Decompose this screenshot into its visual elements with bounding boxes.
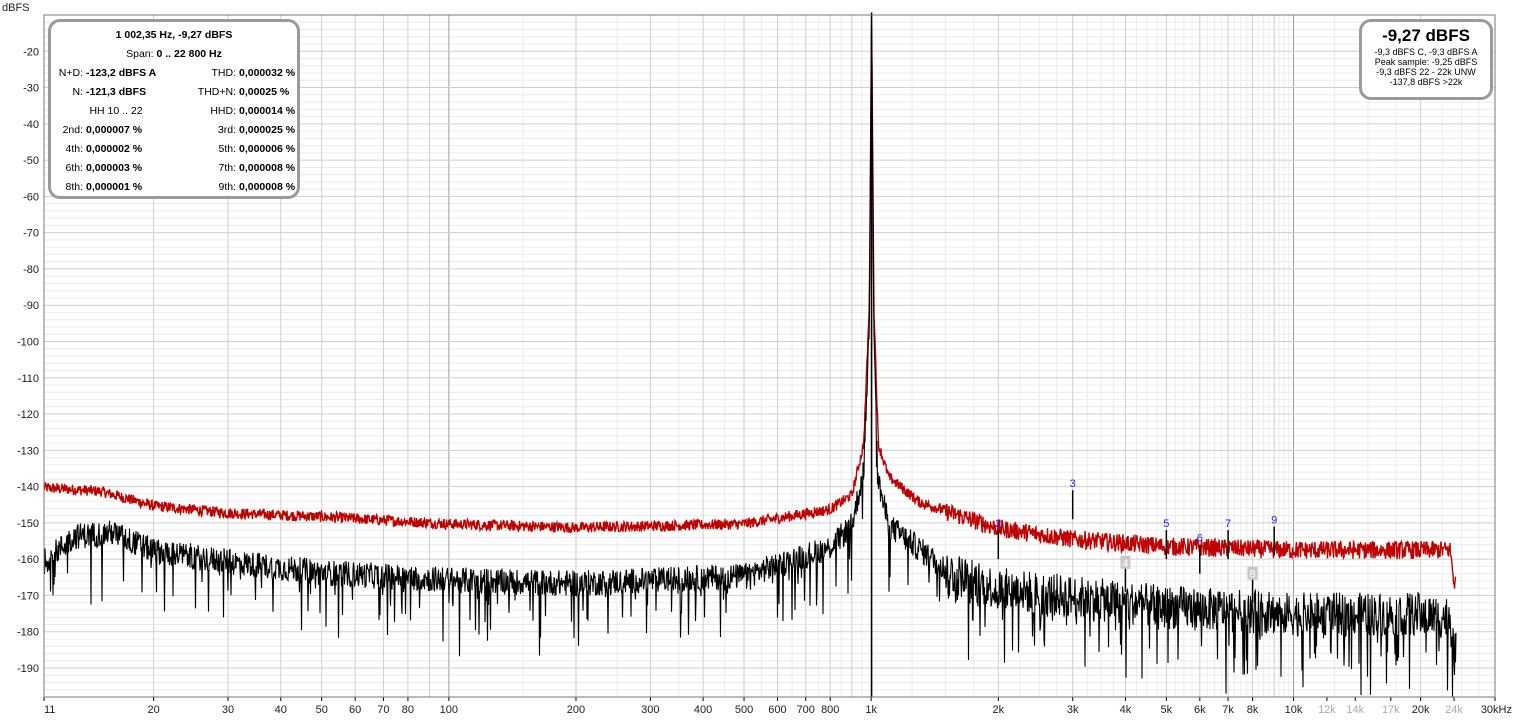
y-tick-label: -110 [18,373,39,385]
info-h7: 7th: 0,000008 % [51,162,295,174]
x-tick-label: 100 [440,704,458,716]
thd-label: THD: [211,67,237,79]
x-tick-label: 3k [1067,704,1079,716]
x-tick-label: 80 [402,704,414,716]
x-tick-label: 700 [797,704,815,716]
thd-value: 0,000032 % [239,67,296,79]
x-tick-label: 24k [1445,704,1463,716]
y-tick-label: -190 [17,663,39,675]
level-line-4: -137,8 dBFS >22k [1389,77,1463,87]
y-tick-label: -40 [23,119,39,131]
h7-value: 0,000008 % [239,162,296,174]
harmonic-label: 4 [1122,558,1128,570]
harmonic-label: 8 [1250,569,1256,581]
h9-value: 0,000008 % [239,181,296,193]
h9-label: 9th: [218,181,236,193]
info-span: Span: 0 .. 22 800 Hz [51,48,297,60]
x-tick-label: 10k [1285,704,1303,716]
x-tick-label: 4k [1120,704,1132,716]
level-line-2: Peak sample: -9,25 dBFS [1374,57,1478,67]
x-tick-label: 8k [1247,704,1259,716]
x-tick-label: 14k [1346,704,1364,716]
y-axis-label: dBFS [2,2,30,14]
x-tick-label: 50 [316,704,328,716]
thdn-value: 0,00025 % [239,86,290,98]
harmonic-label: 3 [1070,478,1076,490]
x-tick-label: 300 [641,704,659,716]
info-h5: 5th: 0,000006 % [51,143,295,155]
x-tick-label: 60 [349,704,361,716]
level-panel: -9,27 dBFS -9,3 dBFS C, -9,3 dBFS A Peak… [1359,19,1493,100]
x-tick-label: 600 [768,704,786,716]
x-tick-label: 20k [1412,704,1430,716]
x-tick-label: 2k [992,704,1004,716]
info-header: 1 002,35 Hz, -9,27 dBFS [115,29,233,41]
x-tick-label: 1k [865,704,877,716]
info-thdn: THD+N: 0,00025 % [51,86,289,98]
x-tick-label: 30 [222,704,234,716]
x-tick-label: 12k [1318,704,1336,716]
h5-label: 5th: [218,143,236,155]
x-tick-label: 500 [735,704,753,716]
span-value: 0 .. 22 800 Hz [156,48,222,60]
harmonic-label: 5 [1163,518,1169,530]
info-thd: THD: 0,000032 % [51,67,296,79]
y-tick-label: -160 [17,554,39,566]
level-main: -9,27 dBFS [1382,26,1470,45]
x-tick-label: 6k [1194,704,1206,716]
x-tick-label: 200 [567,704,585,716]
x-tick-label: 20 [148,704,160,716]
x-tick-label: 40 [275,704,287,716]
y-tick-label: -20 [23,46,39,58]
spectrum-chart: -20 -30 -40 -50 -60 -70 -80 -90 -100 -110 -120 -130… [0,0,1516,721]
y-tick-label: -140 [17,482,39,494]
x-tick-label: 30kHz [1481,704,1512,716]
y-tick-label: -30 [23,83,39,95]
x-tick-label: 400 [694,704,712,716]
x-tick-label: 11 [44,704,55,716]
y-tick-label: -80 [23,264,39,276]
x-tick-label: 70 [377,704,389,716]
h5-value: 0,000006 % [239,143,296,155]
h3-value: 0,000025 % [239,124,296,136]
y-tick-label: -100 [17,336,39,348]
hhd-value: 0,000014 % [239,105,296,117]
h3-label: 3rd: [217,124,236,136]
y-tick-label: -180 [17,627,39,639]
x-tick-label: 5k [1161,704,1173,716]
hhd-label: HHD: [210,105,236,117]
y-tick-label: -90 [23,300,39,312]
y-tick-label: -120 [17,409,39,421]
y-tick-label: -70 [23,228,39,240]
x-tick-label: 7k [1222,704,1234,716]
x-tick-label: 17k [1382,704,1400,716]
harmonic-label: 2 [995,518,1001,530]
measurement-info-panel: 1 002,35 Hz, -9,27 dBFS Span: 0 .. 22 80… [48,19,300,199]
y-tick-label: -50 [23,155,39,167]
y-tick-label: -150 [17,518,39,530]
level-line-3: -9,3 dBFS 22 - 22k UNW [1376,67,1476,77]
span-label: Span: [126,48,154,60]
level-line-1: -9,3 dBFS C, -9,3 dBFS A [1374,47,1478,57]
x-tick-label: 800 [821,704,839,716]
thdn-label: THD+N: [197,86,236,98]
info-hhd: HHD: 0,000014 % [51,105,295,117]
h7-label: 7th: [218,162,236,174]
y-tick-label: -60 [23,191,39,203]
y-tick-label: -130 [17,445,39,457]
harmonic-label: 6 [1197,533,1203,545]
info-h9: 9th: 0,000008 % [51,181,295,193]
harmonic-label: 7 [1225,518,1231,530]
harmonic-label: 9 [1271,515,1277,527]
info-h3: 3rd: 0,000025 % [51,124,295,136]
y-tick-label: -170 [17,590,39,602]
